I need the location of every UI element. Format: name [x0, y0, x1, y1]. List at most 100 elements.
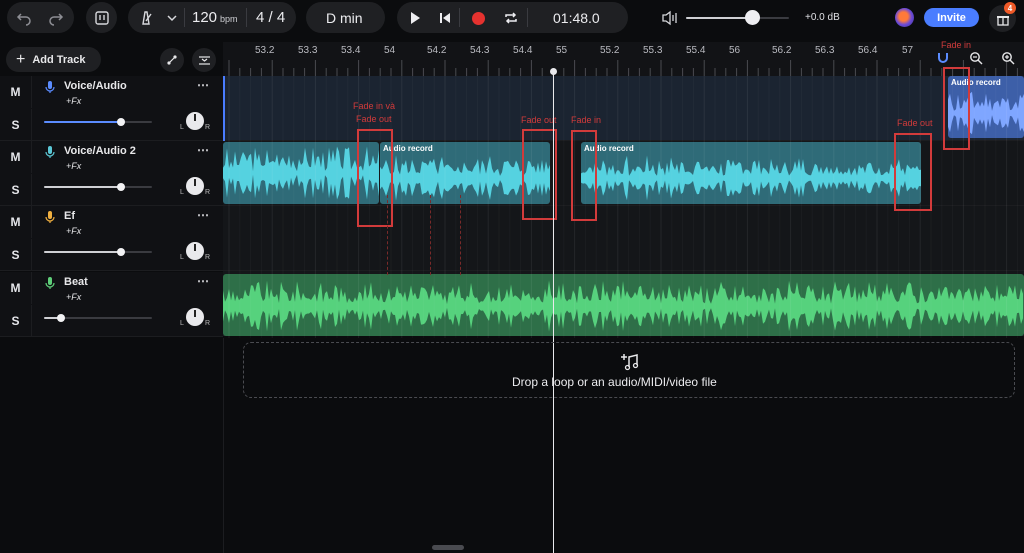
track-volume-fill — [44, 251, 122, 253]
track-name[interactable]: Ef — [64, 210, 75, 222]
track-volume-knob[interactable] — [117, 248, 125, 256]
fx-button[interactable]: +Fx — [66, 96, 81, 106]
track-volume-knob[interactable] — [117, 118, 125, 126]
track-menu-icon[interactable]: ⋯ — [197, 274, 209, 288]
mute-button[interactable]: M — [0, 141, 32, 173]
annotation-label: Fade out — [897, 118, 933, 128]
pan-left-label: L — [180, 320, 184, 327]
record-icon — [471, 11, 485, 25]
track-name[interactable]: Beat — [64, 276, 88, 288]
annotation-box — [571, 130, 597, 221]
pan-knob[interactable] — [186, 177, 204, 195]
track-menu-icon[interactable]: ⋯ — [197, 78, 209, 92]
speaker-icon[interactable] — [660, 8, 680, 28]
drop-zone[interactable]: Drop a loop or an audio/MIDI/video file — [243, 342, 1015, 398]
playhead-handle[interactable] — [550, 68, 557, 75]
resize-handle[interactable] — [432, 545, 464, 550]
bpm-value[interactable]: 120 — [192, 9, 217, 26]
bpm-unit: bpm — [220, 14, 238, 24]
track-menu-icon[interactable]: ⋯ — [197, 143, 209, 157]
annotation-label: Fade out — [356, 114, 392, 124]
zoom-out-icon[interactable] — [968, 50, 984, 66]
track-header-ef[interactable]: M S Ef +Fx ⋯ L R — [0, 206, 223, 271]
solo-button[interactable]: S — [0, 109, 32, 141]
mute-button[interactable]: M — [0, 76, 32, 108]
undo-redo-group — [7, 2, 74, 33]
metronome-icon[interactable] — [136, 8, 156, 28]
ruler-label: 54 — [384, 45, 396, 56]
solo-button[interactable]: S — [0, 239, 32, 271]
track-name[interactable]: Voice/Audio — [64, 80, 127, 92]
annotation-box — [943, 67, 970, 150]
divider — [184, 8, 185, 27]
pan-knob[interactable] — [186, 242, 204, 260]
play-icon[interactable] — [405, 8, 425, 28]
track-header-voice-audio[interactable]: M S Voice/Audio +Fx ⋯ L R — [0, 76, 223, 141]
zoom-in-icon[interactable] — [1000, 50, 1016, 66]
mixer-button[interactable] — [192, 48, 216, 72]
volume-db: +0.0 dB — [805, 12, 840, 23]
pan-right-label: R — [205, 320, 211, 327]
track-header-voice-audio-2[interactable]: M S Voice/Audio 2 +Fx ⋯ L R — [0, 141, 223, 206]
gift-button[interactable]: 4 — [989, 2, 1016, 32]
audio-clip[interactable]: Audio record — [581, 142, 921, 204]
drop-zone-text: Drop a loop or an audio/MIDI/video file — [512, 375, 717, 389]
fx-button[interactable]: +Fx — [66, 161, 81, 171]
divider — [459, 8, 460, 27]
track-header-beat[interactable]: M S Beat +Fx ⋯ L R — [0, 272, 223, 337]
solo-button[interactable]: S — [0, 305, 32, 337]
audio-clip[interactable] — [223, 274, 1024, 336]
master-volume-knob[interactable] — [745, 10, 760, 25]
invite-button[interactable]: Invite — [924, 8, 979, 27]
mic-icon — [44, 210, 56, 224]
track-menu-icon[interactable]: ⋯ — [197, 208, 209, 222]
track-headers: M S Voice/Audio +Fx ⋯ L R M S Voice/Audi… — [0, 76, 223, 338]
annotation-trace — [460, 195, 461, 275]
key-button[interactable]: D min — [306, 2, 385, 33]
panel-toggle-button[interactable] — [86, 2, 117, 33]
automation-button[interactable] — [160, 48, 184, 72]
redo-icon[interactable] — [45, 7, 67, 29]
mute-button[interactable]: M — [0, 272, 32, 304]
annotation-label: Fade in — [571, 115, 602, 125]
divider — [527, 8, 528, 27]
key-label: D min — [326, 10, 363, 26]
pan-knob[interactable] — [186, 308, 204, 326]
track-volume-knob[interactable] — [57, 314, 65, 322]
annotation-label: Fade out — [521, 115, 557, 125]
ruler-label: 55.2 — [600, 45, 620, 56]
fx-button[interactable]: +Fx — [66, 292, 81, 302]
mic-icon — [44, 145, 56, 159]
chevron-down-icon[interactable] — [162, 8, 182, 28]
add-track-button[interactable]: + Add Track — [6, 47, 101, 72]
lane-ef[interactable] — [223, 206, 1024, 271]
mixer-icon — [197, 53, 211, 67]
track-name[interactable]: Voice/Audio 2 — [64, 145, 136, 157]
track-volume-knob[interactable] — [117, 183, 125, 191]
invite-label: Invite — [937, 11, 966, 24]
plus-icon: + — [16, 50, 26, 68]
solo-button[interactable]: S — [0, 174, 32, 206]
ruler-label: 56 — [729, 45, 741, 56]
time-signature[interactable]: 4 / 4 — [256, 9, 285, 26]
mute-button[interactable]: M — [0, 206, 32, 238]
ruler-label: 53.2 — [255, 45, 275, 56]
tempo-group: 120 bpm 4 / 4 — [128, 2, 296, 33]
undo-icon[interactable] — [13, 7, 35, 29]
lane-beat[interactable] — [223, 271, 1024, 336]
timeline-ruler[interactable]: 53.2 53.3 53.4 54 54.2 54.3 54.4 55 55.2… — [223, 42, 1024, 76]
skip-back-icon[interactable] — [435, 8, 455, 28]
loop-icon[interactable] — [501, 8, 521, 28]
waveform-path — [581, 155, 921, 201]
annotation-label: Fade in và — [353, 101, 396, 111]
record-button[interactable] — [468, 8, 488, 28]
audio-clip[interactable] — [223, 142, 379, 204]
top-toolbar: 120 bpm 4 / 4 D min 01:48.0 +0.0 dB Invi… — [0, 0, 1024, 36]
pan-knob[interactable] — [186, 112, 204, 130]
lane-voice-audio[interactable]: Audio record — [223, 76, 1024, 141]
fx-button[interactable]: +Fx — [66, 226, 81, 236]
avatar[interactable] — [895, 8, 914, 27]
playhead[interactable] — [553, 70, 554, 553]
magnet-icon[interactable] — [935, 50, 951, 66]
automation-icon — [165, 53, 179, 67]
